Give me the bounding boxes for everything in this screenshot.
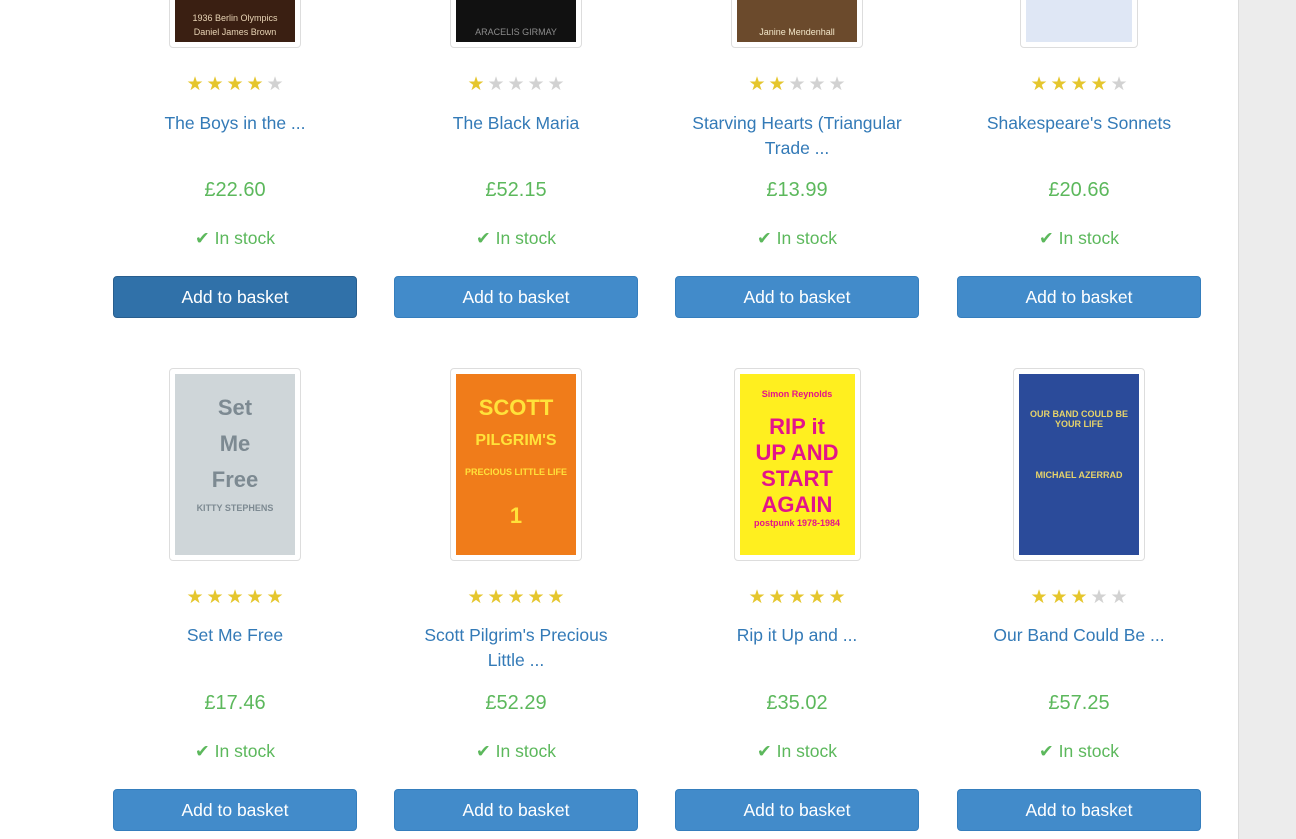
star-icon: ★	[507, 587, 525, 608]
cover-text: RIP it	[769, 414, 825, 440]
cover-text: OUR BAND COULD BE YOUR LIFE	[1030, 409, 1128, 430]
star-icon: ★	[487, 587, 505, 608]
checkmark-icon: ✔	[476, 741, 491, 761]
availability-label: In stock	[776, 741, 837, 761]
book-price: £52.29	[485, 692, 547, 714]
product-card: Set Me Free KITTY STEPHENS ★ ★ ★ ★ ★ Set Me Free £…	[113, 0, 357, 839]
star-rating: ★ ★ ★ ★ ★	[957, 588, 1201, 608]
product-card: Simon Reynolds RIP it UP AND START AGAIN post…	[675, 0, 919, 839]
add-to-basket-button[interactable]: Add to basket	[394, 789, 638, 831]
star-icon: ★	[226, 587, 244, 608]
availability: ✔ In stock	[675, 740, 919, 762]
product-card: SCOTT PILGRIM'S PRECIOUS LITTLE LIFE 1 ★ ★ ★ ★ ★…	[394, 0, 638, 839]
book-title-link[interactable]: Set Me Free	[113, 623, 357, 648]
book-cover-image: SCOTT PILGRIM'S PRECIOUS LITTLE LIFE 1	[456, 374, 576, 555]
add-to-basket-button[interactable]: Add to basket	[675, 789, 919, 831]
cover-text: SCOTT	[478, 394, 554, 420]
cover-text: AGAIN	[761, 491, 833, 517]
availability-label: In stock	[1058, 741, 1119, 761]
book-cover-image: Set Me Free KITTY STEPHENS	[175, 374, 295, 555]
star-icon: ★	[788, 587, 806, 608]
book-cover-image: OUR BAND COULD BE YOUR LIFE MICHAEL AZERR…	[1019, 374, 1139, 555]
cover-text: KITTY STEPHENS	[196, 503, 274, 514]
cover-text: Simon Reynolds	[761, 388, 833, 399]
add-to-basket-button[interactable]: Add to basket	[957, 789, 1201, 831]
book-price: £35.02	[766, 692, 828, 714]
book-cover-thumbnail[interactable]: Simon Reynolds RIP it UP AND START AGAIN post…	[733, 368, 861, 561]
cover-text: Set	[217, 394, 253, 420]
cover-text: Me	[219, 430, 251, 456]
product-grid: 1936 Berlin Olympics Daniel James Brown ★ ★…	[0, 0, 1238, 839]
star-icon: ★	[266, 587, 284, 608]
availability: ✔ In stock	[113, 740, 357, 762]
book-title-link[interactable]: Scott Pilgrim's Precious Little ...	[394, 623, 638, 673]
cover-text: START	[761, 466, 833, 492]
book-price: £17.46	[204, 692, 266, 714]
star-icon: ★	[186, 587, 204, 608]
book-price: £57.25	[1048, 692, 1110, 714]
star-icon: ★	[547, 587, 565, 608]
scrollbar[interactable]	[1238, 0, 1296, 839]
checkmark-icon: ✔	[1039, 741, 1054, 761]
star-icon: ★	[1110, 587, 1128, 608]
book-cover-image: Simon Reynolds RIP it UP AND START AGAIN post…	[739, 374, 855, 555]
star-icon: ★	[808, 587, 826, 608]
availability: ✔ In stock	[957, 740, 1201, 762]
book-cover-thumbnail[interactable]: SCOTT PILGRIM'S PRECIOUS LITTLE LIFE 1	[450, 368, 582, 561]
availability-label: In stock	[214, 741, 275, 761]
star-rating: ★ ★ ★ ★ ★	[675, 588, 919, 608]
checkmark-icon: ✔	[757, 741, 772, 761]
book-cover-thumbnail[interactable]: OUR BAND COULD BE YOUR LIFE MICHAEL AZERR…	[1013, 368, 1145, 561]
book-cover-thumbnail[interactable]: Set Me Free KITTY STEPHENS	[169, 368, 301, 561]
availability: ✔ In stock	[394, 740, 638, 762]
star-icon: ★	[206, 587, 224, 608]
star-icon: ★	[748, 587, 766, 608]
cover-text: PILGRIM'S	[475, 431, 557, 449]
cover-text: UP AND	[755, 440, 839, 466]
cover-text: MICHAEL AZERRAD	[1035, 469, 1123, 480]
star-rating: ★ ★ ★ ★ ★	[113, 588, 357, 608]
star-icon: ★	[1070, 587, 1088, 608]
cover-text: 1	[509, 503, 523, 529]
cover-text: Free	[211, 467, 259, 493]
availability-label: In stock	[495, 741, 556, 761]
star-icon: ★	[828, 587, 846, 608]
star-icon: ★	[1090, 587, 1108, 608]
cover-text: PRECIOUS LITTLE LIFE	[464, 467, 567, 478]
book-title-link[interactable]: Rip it Up and ...	[675, 623, 919, 648]
star-icon: ★	[768, 587, 786, 608]
add-to-basket-button[interactable]: Add to basket	[113, 789, 357, 831]
star-icon: ★	[527, 587, 545, 608]
product-card: OUR BAND COULD BE YOUR LIFE MICHAEL AZERR…	[957, 0, 1201, 839]
book-title-link[interactable]: Our Band Could Be ...	[957, 623, 1201, 648]
star-icon: ★	[246, 587, 264, 608]
star-icon: ★	[1050, 587, 1068, 608]
checkmark-icon: ✔	[195, 741, 210, 761]
star-icon: ★	[1030, 587, 1048, 608]
star-icon: ★	[467, 587, 485, 608]
star-rating: ★ ★ ★ ★ ★	[394, 588, 638, 608]
cover-text: postpunk 1978-1984	[753, 517, 841, 528]
